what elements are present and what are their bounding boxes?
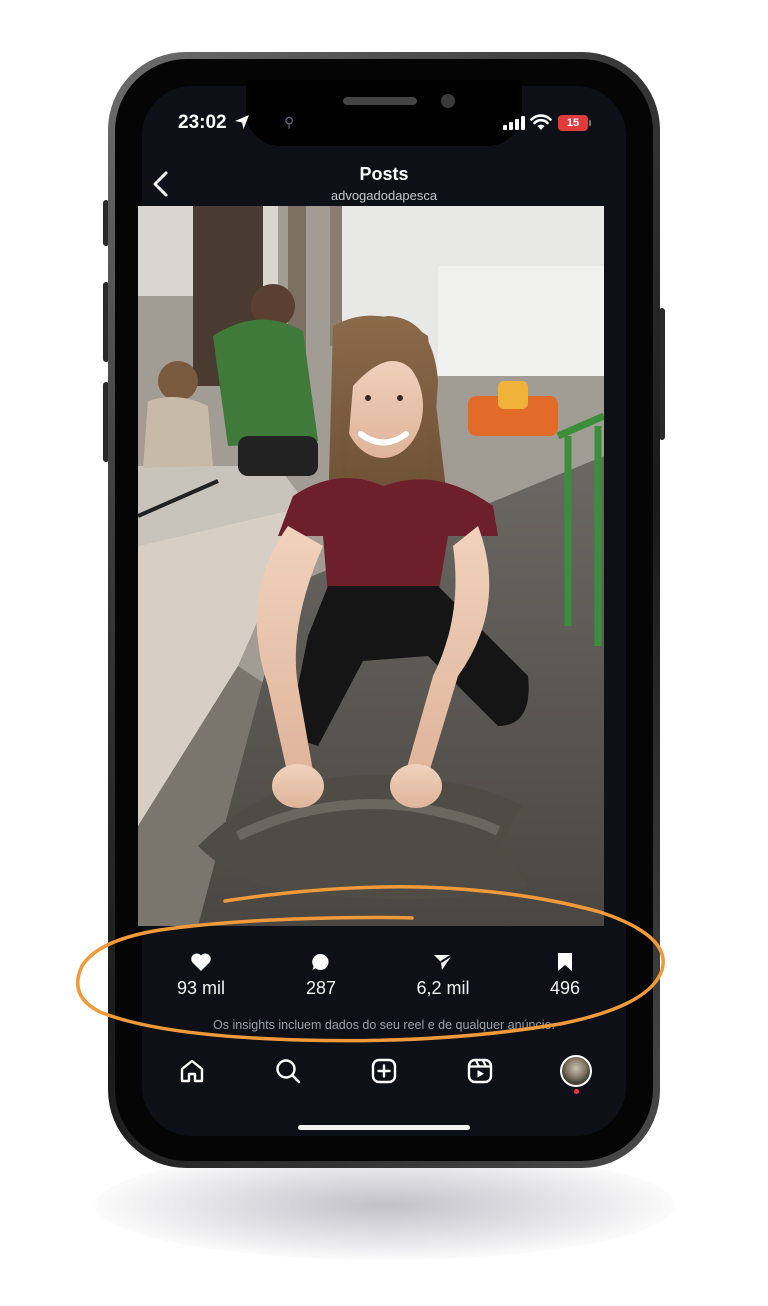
saves-count: 496 — [549, 978, 581, 998]
front-camera — [441, 94, 455, 108]
insights-note: Os insights incluem dados do seu reel e … — [213, 1018, 555, 1032]
wifi-icon — [530, 114, 552, 130]
nav-home[interactable] — [172, 1051, 212, 1091]
post-photo-illustration — [138, 206, 604, 926]
comments-count: 287 — [305, 978, 337, 998]
share-paperplane-icon — [434, 954, 453, 970]
heart-icon — [191, 953, 211, 971]
profile-avatar — [560, 1055, 592, 1087]
notification-dot — [574, 1089, 579, 1094]
status-indicator: ⚲ — [284, 114, 295, 130]
shares-stat[interactable]: 6,2 mil — [388, 952, 498, 999]
nav-create[interactable] — [364, 1051, 404, 1091]
cellular-signal-icon — [503, 116, 525, 130]
saves-stat[interactable]: 496 — [510, 952, 620, 999]
create-icon — [371, 1058, 397, 1084]
likes-stat[interactable]: 93 mil — [146, 952, 256, 999]
battery-indicator: 15 — [558, 115, 588, 131]
mockup-stage: 23:02 ⚲ 15 Posts advogadodapesca 93 mil … — [0, 0, 768, 1306]
back-chevron-icon[interactable] — [150, 170, 172, 198]
shares-count: 6,2 mil — [416, 978, 470, 998]
nav-reels[interactable] — [460, 1051, 500, 1091]
comment-bubble-icon — [312, 953, 329, 970]
page-title: Posts — [359, 164, 409, 184]
reels-icon — [467, 1058, 493, 1084]
post-photo[interactable] — [138, 206, 604, 926]
nav-profile[interactable] — [556, 1051, 596, 1091]
likes-count: 93 mil — [176, 978, 225, 998]
comments-stat[interactable]: 287 — [266, 952, 376, 999]
battery-tip — [589, 120, 591, 126]
bookmark-icon — [558, 953, 572, 971]
status-time: 23:02 — [178, 112, 227, 133]
search-icon — [276, 1059, 301, 1084]
home-icon — [180, 1059, 204, 1083]
home-indicator[interactable] — [298, 1125, 470, 1130]
notch — [246, 80, 522, 146]
page-username[interactable]: advogadodapesca — [284, 188, 484, 203]
earpiece-speaker — [343, 97, 417, 105]
location-arrow-icon — [235, 115, 249, 129]
nav-search[interactable] — [268, 1051, 308, 1091]
